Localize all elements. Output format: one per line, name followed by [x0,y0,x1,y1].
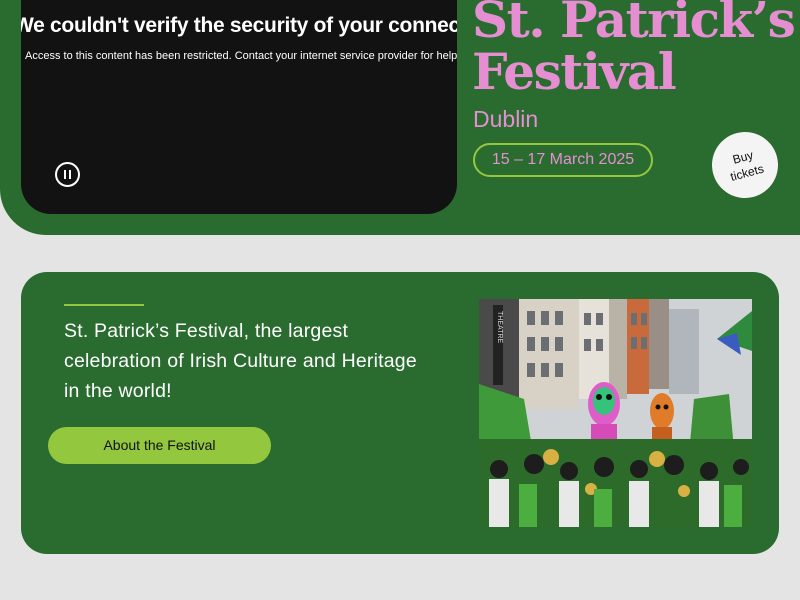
festival-title: St. Patrick’s Festival [472,0,800,98]
about-card: St. Patrick’s Festival, the largest cele… [21,272,779,554]
accent-divider [64,304,144,306]
video-error-title: We couldn't verify the security of your … [21,14,457,37]
theatre-sign: THEATRE [496,311,503,343]
about-description: St. Patrick’s Festival, the largest cele… [64,320,417,402]
about-festival-button[interactable]: About the Festival [48,427,271,464]
video-error-message: Access to this content has been restrict… [25,50,457,62]
buy-tickets-button[interactable]: Buy tickets [704,124,786,206]
video-player[interactable]: We couldn't verify the security of your … [21,0,457,214]
hero-banner: We couldn't verify the security of your … [0,0,800,235]
buy-tickets-label: Buy tickets [728,147,766,184]
festival-title-line2: Festival [472,42,677,101]
pause-icon[interactable] [55,162,80,187]
festival-dates-badge: 15 – 17 March 2025 [473,143,653,177]
parade-photo: THEATRE [479,299,752,527]
festival-city: Dublin [473,106,539,132]
